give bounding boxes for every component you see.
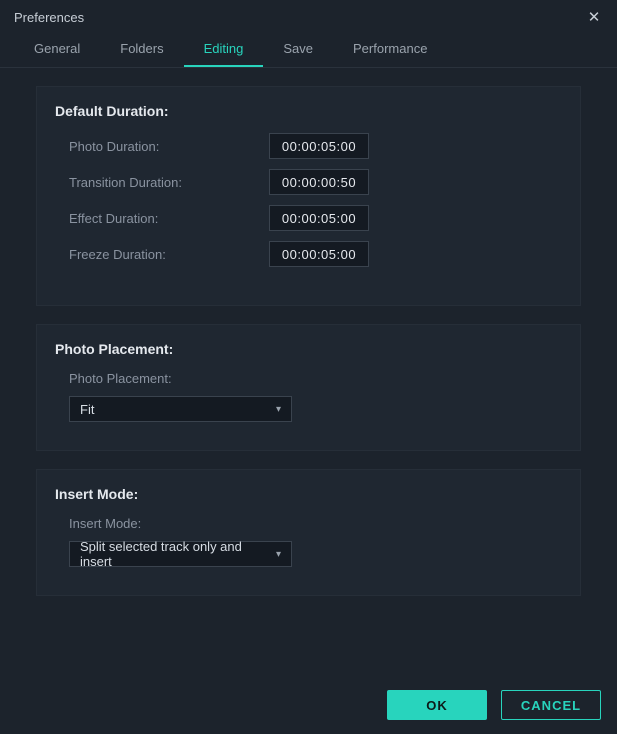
close-icon: ✕ [588,8,601,26]
panel-photo-placement: Photo Placement: Photo Placement: Fit ▾ [36,324,581,451]
select-photo-placement-value: Fit [80,402,94,417]
tab-performance[interactable]: Performance [333,33,447,67]
tab-general[interactable]: General [14,33,100,67]
titlebar: Preferences ✕ [0,0,617,34]
input-effect-duration[interactable]: 00:00:05:00 [269,205,369,231]
label-photo-duration: Photo Duration: [69,139,269,154]
cancel-button[interactable]: CANCEL [501,690,601,720]
row-transition-duration: Transition Duration: 00:00:00:50 [55,169,562,195]
chevron-down-icon: ▾ [276,549,281,560]
select-photo-placement[interactable]: Fit ▾ [69,396,292,422]
close-button[interactable]: ✕ [585,8,603,26]
tab-editing[interactable]: Editing [184,33,264,67]
window-title: Preferences [14,10,84,25]
panel-title-photo-placement: Photo Placement: [55,341,562,357]
row-effect-duration: Effect Duration: 00:00:05:00 [55,205,562,231]
label-transition-duration: Transition Duration: [69,175,269,190]
row-photo-duration: Photo Duration: 00:00:05:00 [55,133,562,159]
label-insert-mode: Insert Mode: [55,516,562,531]
panel-default-duration: Default Duration: Photo Duration: 00:00:… [36,86,581,306]
label-freeze-duration: Freeze Duration: [69,247,269,262]
tabs-bar: General Folders Editing Save Performance [0,34,617,68]
panel-title-insert-mode: Insert Mode: [55,486,562,502]
row-freeze-duration: Freeze Duration: 00:00:05:00 [55,241,562,267]
chevron-down-icon: ▾ [276,404,281,415]
panel-insert-mode: Insert Mode: Insert Mode: Split selected… [36,469,581,596]
panel-title-default-duration: Default Duration: [55,103,562,119]
input-freeze-duration[interactable]: 00:00:05:00 [269,241,369,267]
input-transition-duration[interactable]: 00:00:00:50 [269,169,369,195]
footer-buttons: OK CANCEL [387,690,601,720]
label-photo-placement: Photo Placement: [55,371,562,386]
select-insert-mode[interactable]: Split selected track only and insert ▾ [69,541,292,567]
ok-button[interactable]: OK [387,690,487,720]
label-effect-duration: Effect Duration: [69,211,269,226]
tab-save[interactable]: Save [263,33,333,67]
input-photo-duration[interactable]: 00:00:05:00 [269,133,369,159]
select-insert-mode-value: Split selected track only and insert [80,539,264,569]
content-area: Default Duration: Photo Duration: 00:00:… [0,68,617,596]
tab-folders[interactable]: Folders [100,33,183,67]
